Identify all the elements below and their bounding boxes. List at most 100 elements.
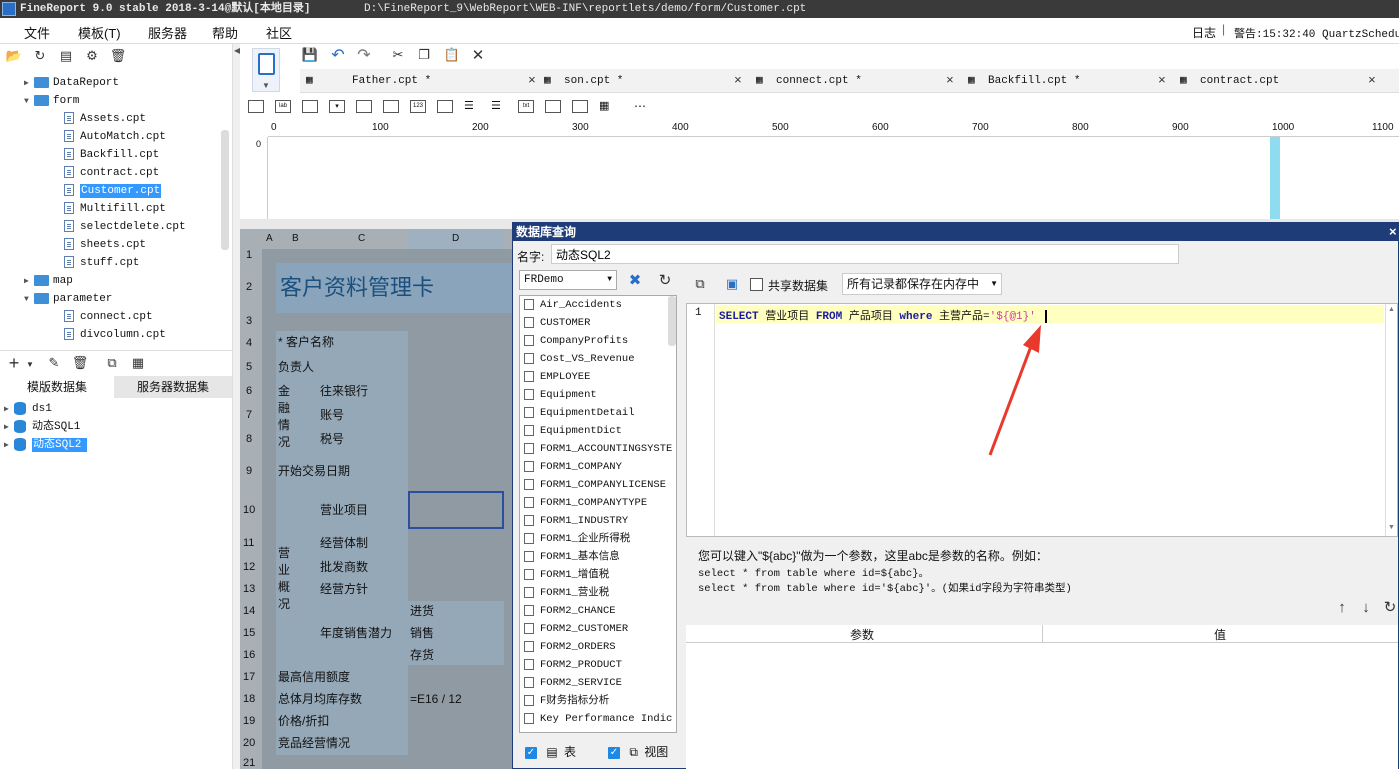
tree-file-divcolumn[interactable]: divcolumn.cpt [64,326,166,344]
checkbox-icon[interactable] [525,746,537,759]
move-down-icon[interactable]: ↓ [1358,599,1374,616]
share-checkbox[interactable] [750,278,763,291]
close-icon[interactable]: × [734,69,742,93]
column-label-b[interactable]: B [292,233,299,245]
cache-select[interactable]: 所有记录都保存在内存中 ▼ [842,273,1002,295]
cell-finance-group[interactable]: 金融情况 [278,383,292,451]
redo-icon[interactable]: ↷ [356,47,372,64]
menu-template[interactable]: 模板(T) [78,23,121,42]
list-item[interactable]: EquipmentDetail [524,404,635,422]
tab-backfill[interactable]: ▦ Backfill.cpt * × [968,69,1180,93]
dataset-item-ds1[interactable]: ▶ ds1 [4,400,52,418]
tree-folder-form[interactable]: ▼ form [24,92,79,110]
warning-status[interactable]: 警告:15:32:40 QuartzSchedule [1234,25,1399,41]
dataset-item-sql2[interactable]: ▶ 动态SQL2 [4,436,88,454]
move-up-icon[interactable]: ↑ [1334,599,1350,616]
radio-widget-icon[interactable]: ☰ [464,100,480,113]
tree-folder-parameter[interactable]: ▼ parameter [24,290,112,308]
param-column-name[interactable]: 参数 [850,626,874,643]
list-item[interactable]: Air_Accidents [524,296,622,314]
cell-wholesaler[interactable]: 批发商数 [320,560,368,574]
combo-widget-icon[interactable]: ▾ [329,100,345,113]
list-item[interactable]: CompanyProfits [524,332,628,350]
list-item[interactable]: FORM1_COMPANYLICENSE [524,476,666,494]
tree-file-assets[interactable]: Assets.cpt [64,110,146,128]
paste-icon[interactable]: 📋 [444,47,460,63]
tab-father[interactable]: ▦ Father.cpt * × [306,69,542,93]
list-item[interactable]: FORM2_ORDERS [524,638,616,656]
list-item[interactable]: FORM1_COMPANYTYPE [524,494,647,512]
undo-icon[interactable]: ↶ [330,47,346,64]
table-list[interactable]: Air_Accidents CUSTOMER CompanyProfits Co… [519,295,677,733]
tree-file-stuff[interactable]: stuff.cpt [64,254,139,272]
selected-cell-d10[interactable] [408,491,504,529]
cell-credit[interactable]: 最高信用额度 [278,670,350,684]
close-icon[interactable]: × [528,69,536,93]
tree-file-backfill[interactable]: Backfill.cpt [64,146,159,164]
folder-open-icon[interactable]: 📂 [6,48,22,64]
param-column-value[interactable]: 值 [1214,626,1226,643]
cell-business-system[interactable]: 经营体制 [320,536,368,550]
log-link[interactable]: 日志 [1192,24,1216,41]
menu-file[interactable]: 文件 [24,23,50,42]
close-icon[interactable]: × [946,69,954,93]
number-widget-icon[interactable]: 123 [410,100,426,113]
column-label-d[interactable]: D [452,233,459,245]
view-filter[interactable]: ⧉ 视图 [608,743,668,760]
sql-code[interactable]: SELECT 营业项目 FROM 产品项目 where 主营产品='${@1}' [719,307,1047,323]
grid-widget-icon[interactable]: ▦ [599,100,615,113]
connection-settings-icon[interactable]: ✖ [627,272,643,289]
close-icon[interactable]: × [1368,69,1376,93]
clear-icon[interactable]: ✕ [470,47,486,64]
list-item[interactable]: EMPLOYEE [524,368,590,386]
preview-icon[interactable]: ⧉ [692,276,708,292]
refresh-icon[interactable]: ↻ [657,272,673,289]
cell-stock[interactable]: 存货 [410,648,434,662]
save-icon[interactable]: 💾 [302,47,318,63]
list-item[interactable]: FORM2_SERVICE [524,674,622,692]
checkbox-widget-icon[interactable]: ☰ [491,100,507,113]
tree-file-customer[interactable]: Customer.cpt [64,182,162,200]
close-icon[interactable]: × [1389,224,1397,239]
preview-icon[interactable]: ⧉ [104,355,120,371]
refresh-params-icon[interactable]: ↻ [1382,599,1398,616]
menu-server[interactable]: 服务器 [148,23,187,42]
tab-son[interactable]: ▦ son.cpt * × [544,69,756,93]
column-label-c[interactable]: C [358,233,365,245]
checkbox-icon[interactable] [608,746,620,759]
delete-icon[interactable]: 🗑 [72,355,89,371]
cell-tax[interactable]: 税号 [320,432,344,446]
cell-business-item[interactable]: 营业项目 [320,503,368,517]
column-label-a[interactable]: A [266,233,273,245]
refresh-icon[interactable]: ↻ [32,48,48,64]
tab-server-datasets[interactable]: 服务器数据集 [114,376,232,398]
cell-business-group[interactable]: 营业概况 [278,545,292,613]
list-item[interactable]: CUSTOMER [524,314,590,332]
list-item[interactable]: FORM1_基本信息 [524,548,620,566]
locate-icon[interactable]: ▤ [58,48,74,64]
cell-owner[interactable]: 负责人 [278,360,314,374]
cell-formula[interactable]: =E16 / 12 [410,692,462,706]
list-widget-icon[interactable] [437,100,453,113]
table-filter[interactable]: ▤ 表 [525,743,576,760]
list-item[interactable]: Cost_VS_Revenue [524,350,635,368]
textarea-widget-icon[interactable] [383,100,399,113]
tree-file-contract[interactable]: contract.cpt [64,164,159,182]
date-widget-icon[interactable] [356,100,372,113]
add-icon[interactable]: + [6,353,22,373]
chevron-down-icon[interactable]: ▼ [22,356,38,372]
tree-file-sheets[interactable]: sheets.cpt [64,236,146,254]
scroll-up-icon[interactable]: ▲ [1388,306,1395,313]
button-widget-icon[interactable] [302,100,318,113]
cell-avg-stock[interactable]: 总体月均库存数 [278,692,362,706]
scroll-down-icon[interactable]: ▼ [1388,524,1395,531]
cell-price[interactable]: 价格/折扣 [278,714,329,728]
tree-file-automatch[interactable]: AutoMatch.cpt [64,128,166,146]
list-item[interactable]: FORM2_CUSTOMER [524,620,628,638]
sql-scrollbar[interactable]: ▲ ▼ [1385,304,1397,536]
list-item[interactable]: FORM1_INDUSTRY [524,512,628,530]
cell-policy[interactable]: 经营方针 [320,582,368,596]
report-grid[interactable]: A B C D 客户资料管理卡 1 2 3 4 5 6 7 8 9 10 11 … [240,229,512,769]
cell-competition[interactable]: 竞品经营情况 [278,736,350,750]
text-widget-icon[interactable]: lab [275,100,291,113]
